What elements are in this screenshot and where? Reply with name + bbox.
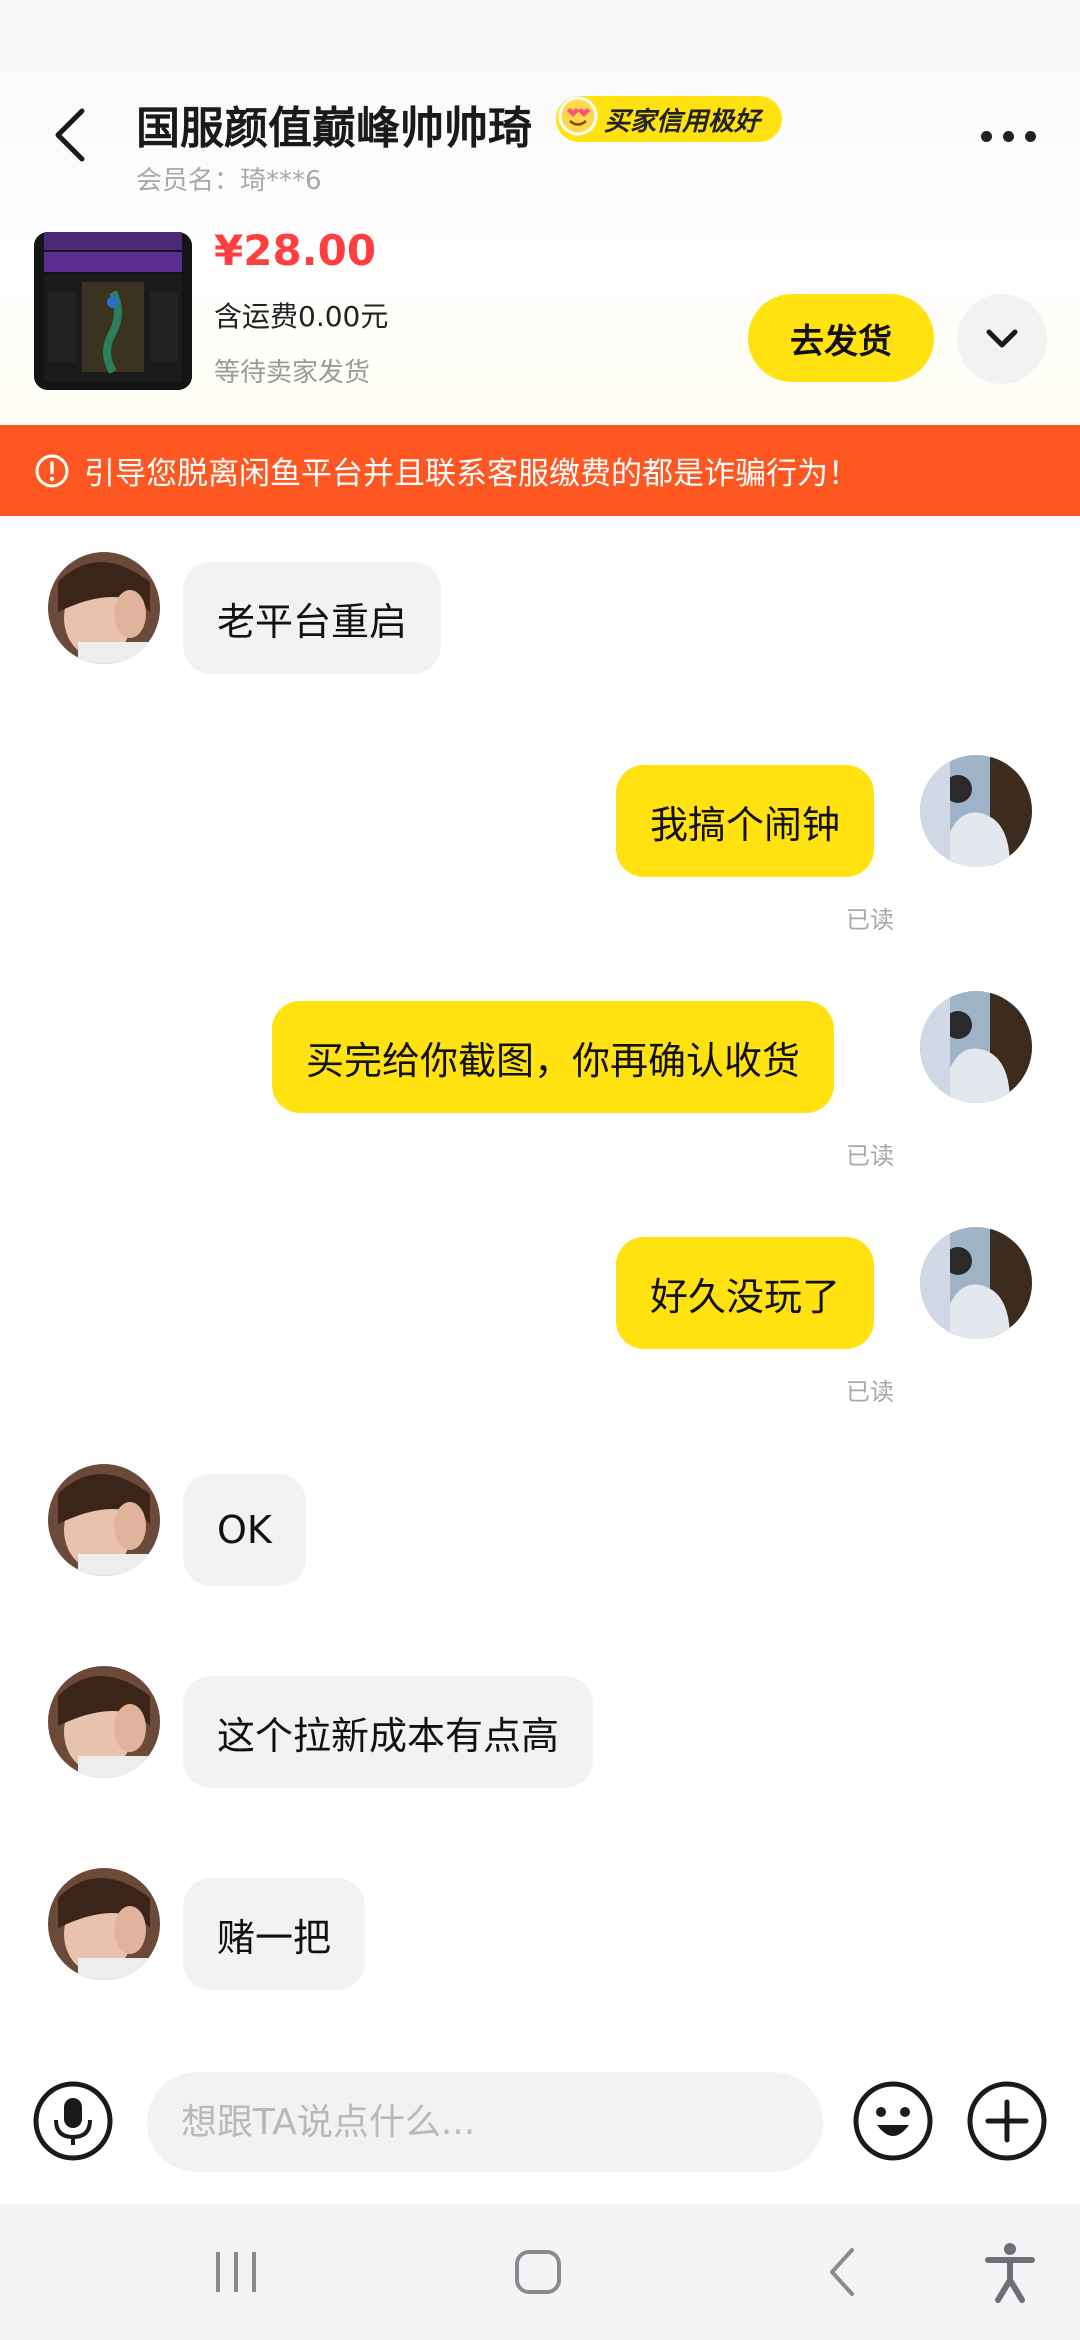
message-bubble[interactable]: 这个拉新成本有点高 (183, 1676, 594, 1788)
more-actions-button[interactable] (966, 2080, 1048, 2162)
contact-avatar[interactable] (48, 1868, 160, 1980)
warning-icon (35, 454, 69, 487)
contact-name: 国服颜值巅峰帅帅琦 (136, 103, 532, 154)
my-avatar[interactable] (920, 991, 1032, 1103)
contact-avatar[interactable] (48, 1666, 160, 1778)
my-avatar[interactable] (920, 1227, 1032, 1339)
recent-apps-icon (216, 2252, 256, 2292)
order-price: ¥28.00 (214, 226, 377, 275)
credit-badge-label: 买家信用极好 (604, 106, 761, 137)
heart-eyes-icon (558, 96, 598, 136)
nav-back-button[interactable] (814, 2244, 870, 2300)
recent-apps-button[interactable] (206, 2244, 266, 2300)
product-thumbnail[interactable] (34, 232, 192, 390)
member-name: 会员名：琦***6 (136, 166, 322, 196)
chat-header: 国服颜值巅峰帅帅琦 买家信用极好 会员名：琦***6 ¥28.00 含运费0.0… (0, 0, 1080, 425)
read-status: 已读 (846, 1142, 894, 1170)
system-nav-bar (0, 2204, 1080, 2340)
read-status: 已读 (846, 1378, 894, 1406)
more-button[interactable] (968, 112, 1048, 160)
back-icon (55, 108, 85, 162)
chevron-down-icon (986, 329, 1018, 348)
message-bubble[interactable]: 老平台重启 (183, 562, 442, 674)
my-avatar[interactable] (920, 755, 1032, 867)
expand-button[interactable] (957, 294, 1047, 384)
plus-icon (967, 2081, 1047, 2161)
home-button[interactable] (505, 2244, 571, 2300)
fraud-warning-banner: 引导您脱离闲鱼平台并且联系客服缴费的都是诈骗行为！ (0, 425, 1080, 516)
accessibility-icon (985, 2243, 1035, 2303)
mic-icon (33, 2081, 113, 2161)
message-input[interactable] (147, 2072, 823, 2172)
contact-avatar[interactable] (48, 1464, 160, 1576)
voice-button[interactable] (32, 2080, 114, 2162)
message-bubble[interactable]: 买完给你截图，你再确认收货 (272, 1001, 835, 1113)
more-icon (980, 130, 992, 142)
read-status: 已读 (846, 906, 894, 934)
credit-badge: 买家信用极好 (556, 96, 783, 142)
nav-back-icon (830, 2248, 854, 2296)
input-bar (0, 2044, 1080, 2204)
message-bubble[interactable]: 我搞个闹钟 (616, 765, 875, 877)
shipping-fee: 含运费0.00元 (214, 300, 389, 333)
warning-text: 引导您脱离闲鱼平台并且联系客服缴费的都是诈骗行为！ (84, 456, 859, 492)
home-icon (515, 2250, 561, 2294)
message-bubble[interactable]: 赌一把 (183, 1878, 366, 1990)
order-status: 等待卖家发货 (214, 358, 371, 388)
message-bubble[interactable]: OK (183, 1474, 306, 1586)
product-image (34, 232, 192, 390)
contact-avatar[interactable] (48, 552, 160, 664)
accessibility-button[interactable] (982, 2240, 1038, 2304)
emoji-icon (853, 2081, 933, 2161)
back-button[interactable] (30, 95, 110, 175)
message-bubble[interactable]: 好久没玩了 (616, 1237, 875, 1349)
emoji-button[interactable] (852, 2080, 934, 2162)
ship-button[interactable]: 去发货 (748, 294, 934, 382)
